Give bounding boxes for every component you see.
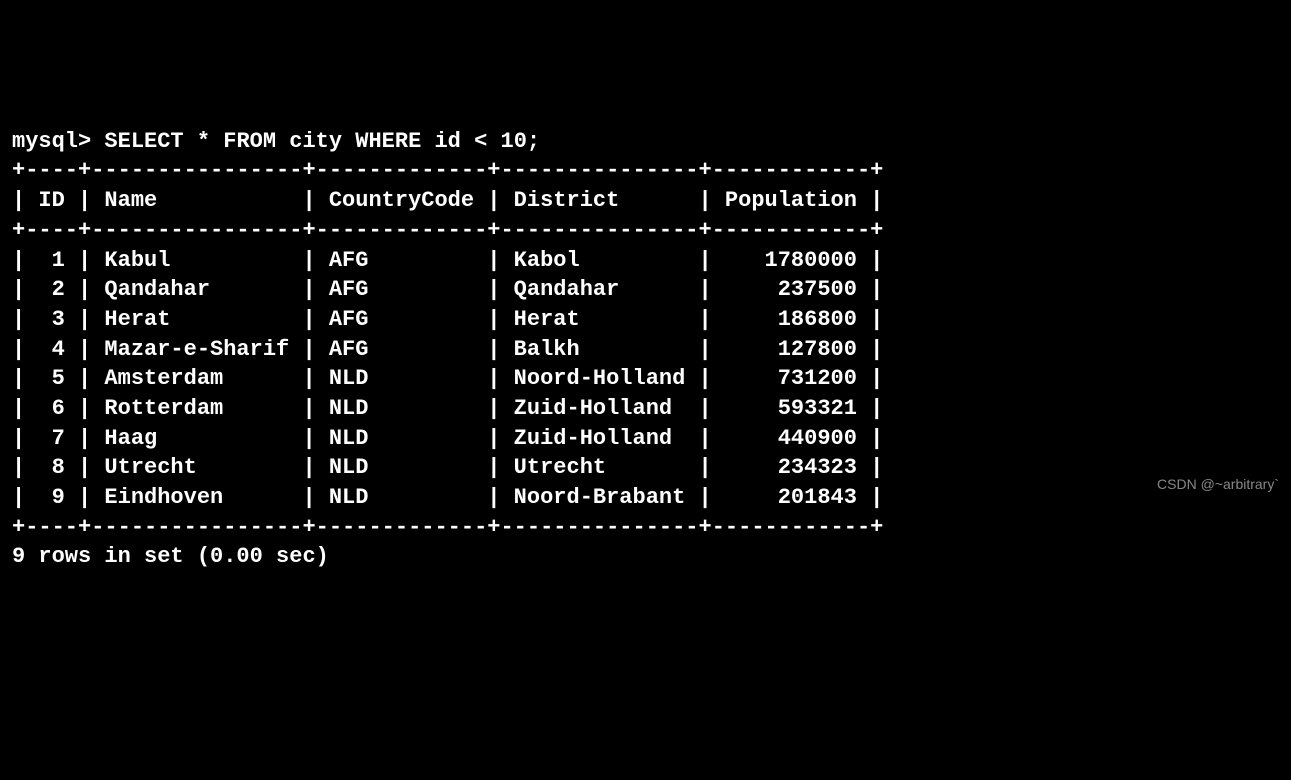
terminal-output: mysql> SELECT * FROM city WHERE id < 10;… bbox=[12, 127, 1279, 572]
status-line: 9 rows in set (0.00 sec) bbox=[12, 544, 329, 569]
table-header: | ID | Name | CountryCode | District | P… bbox=[12, 188, 883, 213]
sql-query: SELECT * FROM city WHERE id < 10; bbox=[104, 129, 540, 154]
table-border-bottom: +----+----------------+-------------+---… bbox=[12, 515, 883, 540]
table-rows: | 1 | Kabul | AFG | Kabol | 1780000 | | … bbox=[12, 248, 883, 511]
watermark: CSDN @~arbitrary` bbox=[1157, 475, 1279, 494]
table-border-top: +----+----------------+-------------+---… bbox=[12, 158, 883, 183]
table-border-mid: +----+----------------+-------------+---… bbox=[12, 218, 883, 243]
mysql-prompt: mysql> bbox=[12, 129, 104, 154]
